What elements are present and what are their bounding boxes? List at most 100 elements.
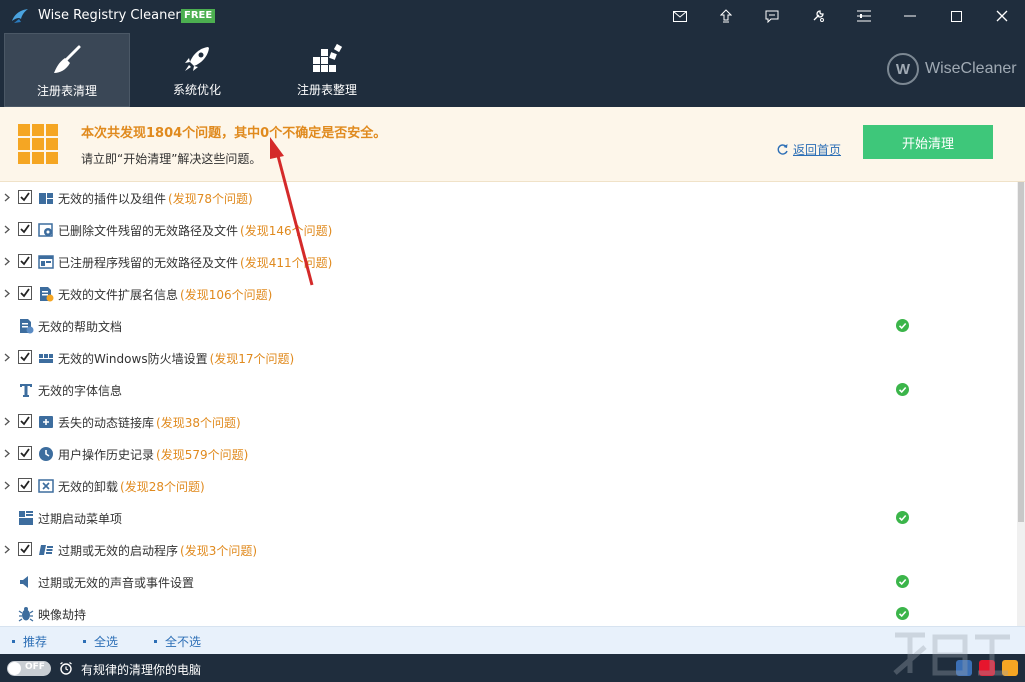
chevron-right-icon[interactable] xyxy=(4,193,10,202)
summary-title: 本次共发现1804个问题，其中0个不确定是否安全。 xyxy=(81,126,387,141)
sound-icon xyxy=(20,576,28,588)
list-item[interactable]: 映像劫持 xyxy=(0,598,1017,626)
checkmark-icon xyxy=(20,288,30,298)
status-text: 有规律的清理你的电脑 xyxy=(81,663,202,677)
scrollbar-thumb[interactable] xyxy=(1018,182,1024,522)
item-checkbox[interactable] xyxy=(18,286,32,300)
back-home-link[interactable]: 返回首页 xyxy=(776,141,841,158)
mail-icon xyxy=(673,10,687,22)
close-button[interactable] xyxy=(979,0,1025,32)
item-checkbox[interactable] xyxy=(18,446,32,460)
feedback-button[interactable] xyxy=(749,0,795,32)
select-none-label: 全不选 xyxy=(165,635,202,649)
issue-list: 无效的插件以及组件 (发现78个问题) 已删除文件残留的无效路径及文件 (发现146… xyxy=(0,182,1017,626)
list-item[interactable]: 用户操作历史记录 (发现579个问题) xyxy=(0,438,1017,470)
close-icon xyxy=(996,10,1008,22)
maximize-button[interactable] xyxy=(933,0,979,32)
list-item[interactable]: 无效的插件以及组件 (发现78个问题) xyxy=(0,182,1017,214)
checkmark-icon xyxy=(20,256,30,266)
chevron-right-icon[interactable] xyxy=(4,417,10,426)
select-none-link[interactable]: 全不选 xyxy=(154,633,201,650)
selection-bar: 推荐 全选 全不选 xyxy=(0,626,1025,654)
chevron-right-icon[interactable] xyxy=(4,353,10,362)
select-all-label: 全选 xyxy=(94,635,119,649)
mail-button[interactable] xyxy=(657,0,703,32)
chevron-right-icon[interactable] xyxy=(4,481,10,490)
issue-count: (发现106个问题) xyxy=(180,288,273,302)
select-all-link[interactable]: 全选 xyxy=(83,633,118,650)
minimize-button[interactable] xyxy=(887,0,933,32)
checkmark-icon xyxy=(20,192,30,202)
chevron-right-icon[interactable] xyxy=(4,449,10,458)
firewall-icon xyxy=(39,354,53,363)
list-scrollbar[interactable] xyxy=(1017,182,1025,626)
list-item[interactable]: 已注册程序残留的无效路径及文件 (发现411个问题) xyxy=(0,246,1017,278)
upgrade-button[interactable] xyxy=(703,0,749,32)
item-label: 过期启动菜单项 xyxy=(38,512,123,526)
list-item[interactable]: 已删除文件残留的无效路径及文件 (发现146个问题) xyxy=(0,214,1017,246)
recommend-link[interactable]: 推荐 xyxy=(12,633,47,650)
chevron-right-icon[interactable] xyxy=(4,225,10,234)
item-label: 无效的字体信息 xyxy=(38,384,123,398)
item-checkbox[interactable] xyxy=(18,414,32,428)
app-logo-icon xyxy=(12,9,28,23)
tab-registry-clean[interactable]: 注册表清理 xyxy=(4,33,130,107)
title-bar[interactable]: Wise Registry Cleaner X FREE xyxy=(0,0,1025,32)
list-item[interactable]: 无效的Windows防火墙设置 (发现17个问题) xyxy=(0,342,1017,374)
file-extension-icon xyxy=(40,287,54,302)
uninstall-icon xyxy=(38,479,54,493)
item-checkbox[interactable] xyxy=(18,190,32,204)
item-checkbox[interactable] xyxy=(18,254,32,268)
scheduled-clean-toggle[interactable]: OFF xyxy=(7,661,51,676)
tab-label: 注册表整理 xyxy=(296,83,357,97)
list-item[interactable]: 无效的卸载 (发现28个问题) xyxy=(0,470,1017,502)
menu-icon xyxy=(857,10,871,22)
bullet-icon xyxy=(154,640,157,643)
tools-button[interactable] xyxy=(795,0,841,32)
issue-count: (发现411个问题) xyxy=(240,256,333,270)
scan-summary: 本次共发现1804个问题，其中0个不确定是否安全。 请立即“开始清理”解决这些问… xyxy=(0,107,1025,182)
list-item[interactable]: 丢失的动态链接库 (发现38个问题) xyxy=(0,406,1017,438)
item-checkbox[interactable] xyxy=(18,478,32,492)
item-label: 过期或无效的启动程序 (发现3个问题) xyxy=(58,544,258,558)
list-item[interactable]: 无效的帮助文档 xyxy=(0,310,1017,342)
chevron-right-icon[interactable] xyxy=(4,289,10,298)
item-label: 无效的卸载 (发现28个问题) xyxy=(58,480,205,494)
minimize-icon xyxy=(904,15,916,17)
list-item[interactable]: 过期或无效的声音或事件设置 xyxy=(0,566,1017,598)
ok-check-icon xyxy=(896,607,909,620)
list-item[interactable]: 无效的文件扩展名信息 (发现106个问题) xyxy=(0,278,1017,310)
back-home-label: 返回首页 xyxy=(793,143,842,157)
recommend-label: 推荐 xyxy=(23,635,48,649)
font-icon xyxy=(20,384,32,397)
summary-subtitle: 请立即“开始清理”解决这些问题。 xyxy=(81,152,262,166)
menu-button[interactable] xyxy=(841,0,887,32)
checkmark-icon xyxy=(20,352,30,362)
tab-system-optimize[interactable]: 系统优化 xyxy=(134,33,260,107)
blocks-icon xyxy=(313,43,343,72)
alarm-clock-icon xyxy=(60,661,72,675)
tab-registry-defrag[interactable]: 注册表整理 xyxy=(264,33,390,107)
item-checkbox[interactable] xyxy=(18,222,32,236)
issue-count: (发现38个问题) xyxy=(156,416,241,430)
free-badge: FREE xyxy=(181,9,216,23)
list-item[interactable]: 过期或无效的启动程序 (发现3个问题) xyxy=(0,534,1017,566)
start-clean-button[interactable]: 开始清理 xyxy=(863,125,993,159)
ok-check-icon xyxy=(896,319,909,332)
dll-icon xyxy=(39,416,53,428)
help-doc-icon xyxy=(20,319,34,334)
issue-count: (发现78个问题) xyxy=(168,192,253,206)
program-window-icon xyxy=(38,255,54,269)
item-label: 无效的帮助文档 xyxy=(38,320,123,334)
item-checkbox[interactable] xyxy=(18,542,32,556)
item-label: 过期或无效的声音或事件设置 xyxy=(38,576,195,590)
grid-summary-icon xyxy=(18,124,58,164)
chevron-right-icon[interactable] xyxy=(4,257,10,266)
bullet-icon xyxy=(83,640,86,643)
chevron-right-icon[interactable] xyxy=(4,545,10,554)
wisecleaner-brand[interactable]: W WiseCleaner xyxy=(887,53,1017,85)
checkmark-icon xyxy=(20,480,30,490)
list-item[interactable]: 过期启动菜单项 xyxy=(0,502,1017,534)
list-item[interactable]: 无效的字体信息 xyxy=(0,374,1017,406)
item-checkbox[interactable] xyxy=(18,350,32,364)
